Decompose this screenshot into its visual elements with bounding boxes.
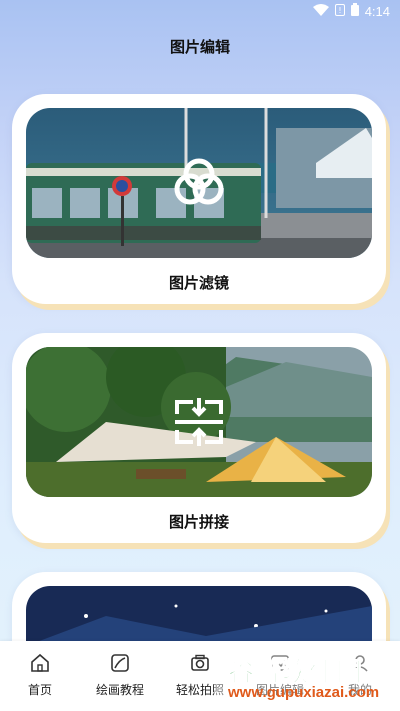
card-image-stitch-label: 图片拼接 <box>168 513 229 531</box>
page-title: 图片编辑 <box>169 38 230 56</box>
card-image-stitch[interactable]: 图片拼接 <box>12 333 386 543</box>
status-bar: ! 4:14 <box>0 0 400 24</box>
card-image-filter-label: 图片滤镜 <box>168 274 229 292</box>
merge-icon <box>171 394 227 450</box>
filter-circles-icon <box>171 155 227 211</box>
card-image-stitch-photo <box>26 347 372 497</box>
watermark-url: www.gupuxiazai.com <box>228 684 380 701</box>
svg-text:!: ! <box>338 6 341 15</box>
home-icon <box>30 653 50 677</box>
nav-item-painting[interactable]: 绘画教程 <box>80 641 160 698</box>
painting-icon <box>110 653 130 677</box>
card-image-filter-photo <box>26 108 372 258</box>
camera-icon <box>190 653 210 677</box>
sim-icon: ! <box>334 3 345 19</box>
status-time: 4:14 <box>364 3 390 19</box>
nav-label-painting: 绘画教程 <box>95 683 144 697</box>
battery-icon <box>350 3 359 19</box>
wifi-icon <box>312 3 329 19</box>
watermark: 谷普软件园 www.gupuxiazai.com <box>214 652 394 704</box>
nav-label-home: 首页 <box>27 683 52 697</box>
card-image-filter[interactable]: 图片滤镜 <box>12 94 386 304</box>
nav-item-home[interactable]: 首页 <box>0 641 80 698</box>
